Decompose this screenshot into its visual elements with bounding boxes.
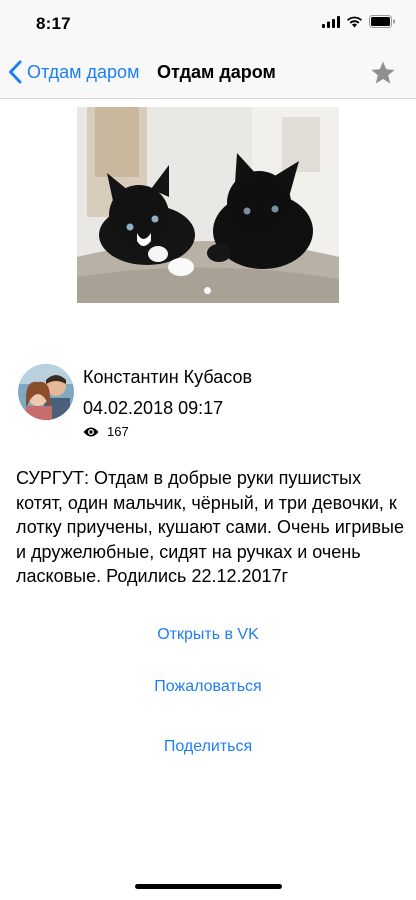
- eye-icon: [83, 427, 99, 436]
- view-count: 167: [83, 424, 129, 439]
- wifi-icon: [347, 16, 362, 27]
- view-count-value: 167: [107, 424, 129, 439]
- kittens-image: [77, 107, 339, 303]
- back-button[interactable]: Отдам даром: [8, 60, 139, 84]
- kittens-photo[interactable]: [77, 107, 339, 303]
- page-title: Отдам даром: [157, 62, 276, 82]
- share-button[interactable]: Поделиться: [0, 738, 416, 756]
- open-in-vk-button[interactable]: Открыть в VK: [0, 626, 416, 644]
- chevron-left-icon: [9, 60, 22, 84]
- status-bar: 8:17: [0, 0, 416, 48]
- author-name[interactable]: Константин Кубасов: [83, 367, 252, 388]
- post-date: 04.02.2018 09:17: [83, 398, 224, 418]
- status-icons: [322, 15, 396, 28]
- navigation-bar: Отдам даром Отдам даром: [0, 48, 416, 99]
- favorite-star-icon[interactable]: [370, 60, 396, 86]
- back-button-label: Отдам даром: [27, 61, 140, 82]
- post-text: СУРГУТ: Отдам в добрые руки пушистых кот…: [16, 468, 404, 586]
- avatar[interactable]: [18, 364, 74, 420]
- cellular-signal-icon: [322, 15, 340, 28]
- gallery-page-indicator: [204, 287, 211, 294]
- battery-icon: [369, 15, 395, 28]
- status-time: 8:17: [36, 14, 71, 33]
- author-avatar-image: [18, 364, 74, 420]
- home-indicator[interactable]: [135, 884, 282, 889]
- report-button[interactable]: Пожаловаться: [0, 678, 416, 696]
